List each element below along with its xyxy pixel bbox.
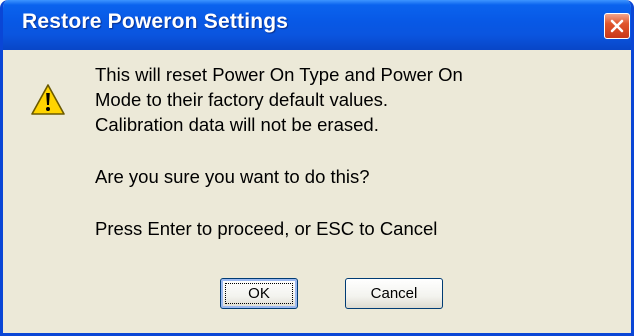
close-icon <box>610 19 624 33</box>
title-bar[interactable]: Restore Poweron Settings <box>3 0 631 50</box>
close-button[interactable] <box>604 13 630 39</box>
cancel-button-label: Cancel <box>370 285 418 302</box>
cancel-button[interactable]: Cancel <box>345 278 443 309</box>
instruction-text: Press Enter to proceed, or ESC to Cancel <box>95 218 438 239</box>
confirmation-question: Are you sure you want to do this? <box>95 166 370 187</box>
dialog-title: Restore Poweron Settings <box>22 10 289 33</box>
dialog-body: This will reset Power On Type and Power … <box>3 50 631 333</box>
ok-button-label: OK <box>248 285 270 302</box>
warning-icon <box>31 84 65 115</box>
ok-button[interactable]: OK <box>220 278 298 309</box>
message-line-1: This will reset Power On Type and Power … <box>95 64 463 85</box>
message-line-2: Mode to their factory default values. <box>95 89 389 110</box>
dialog-window: Restore Poweron Settings This will reset… <box>0 0 634 336</box>
message-line-3: Calibration data will not be erased. <box>95 114 379 135</box>
